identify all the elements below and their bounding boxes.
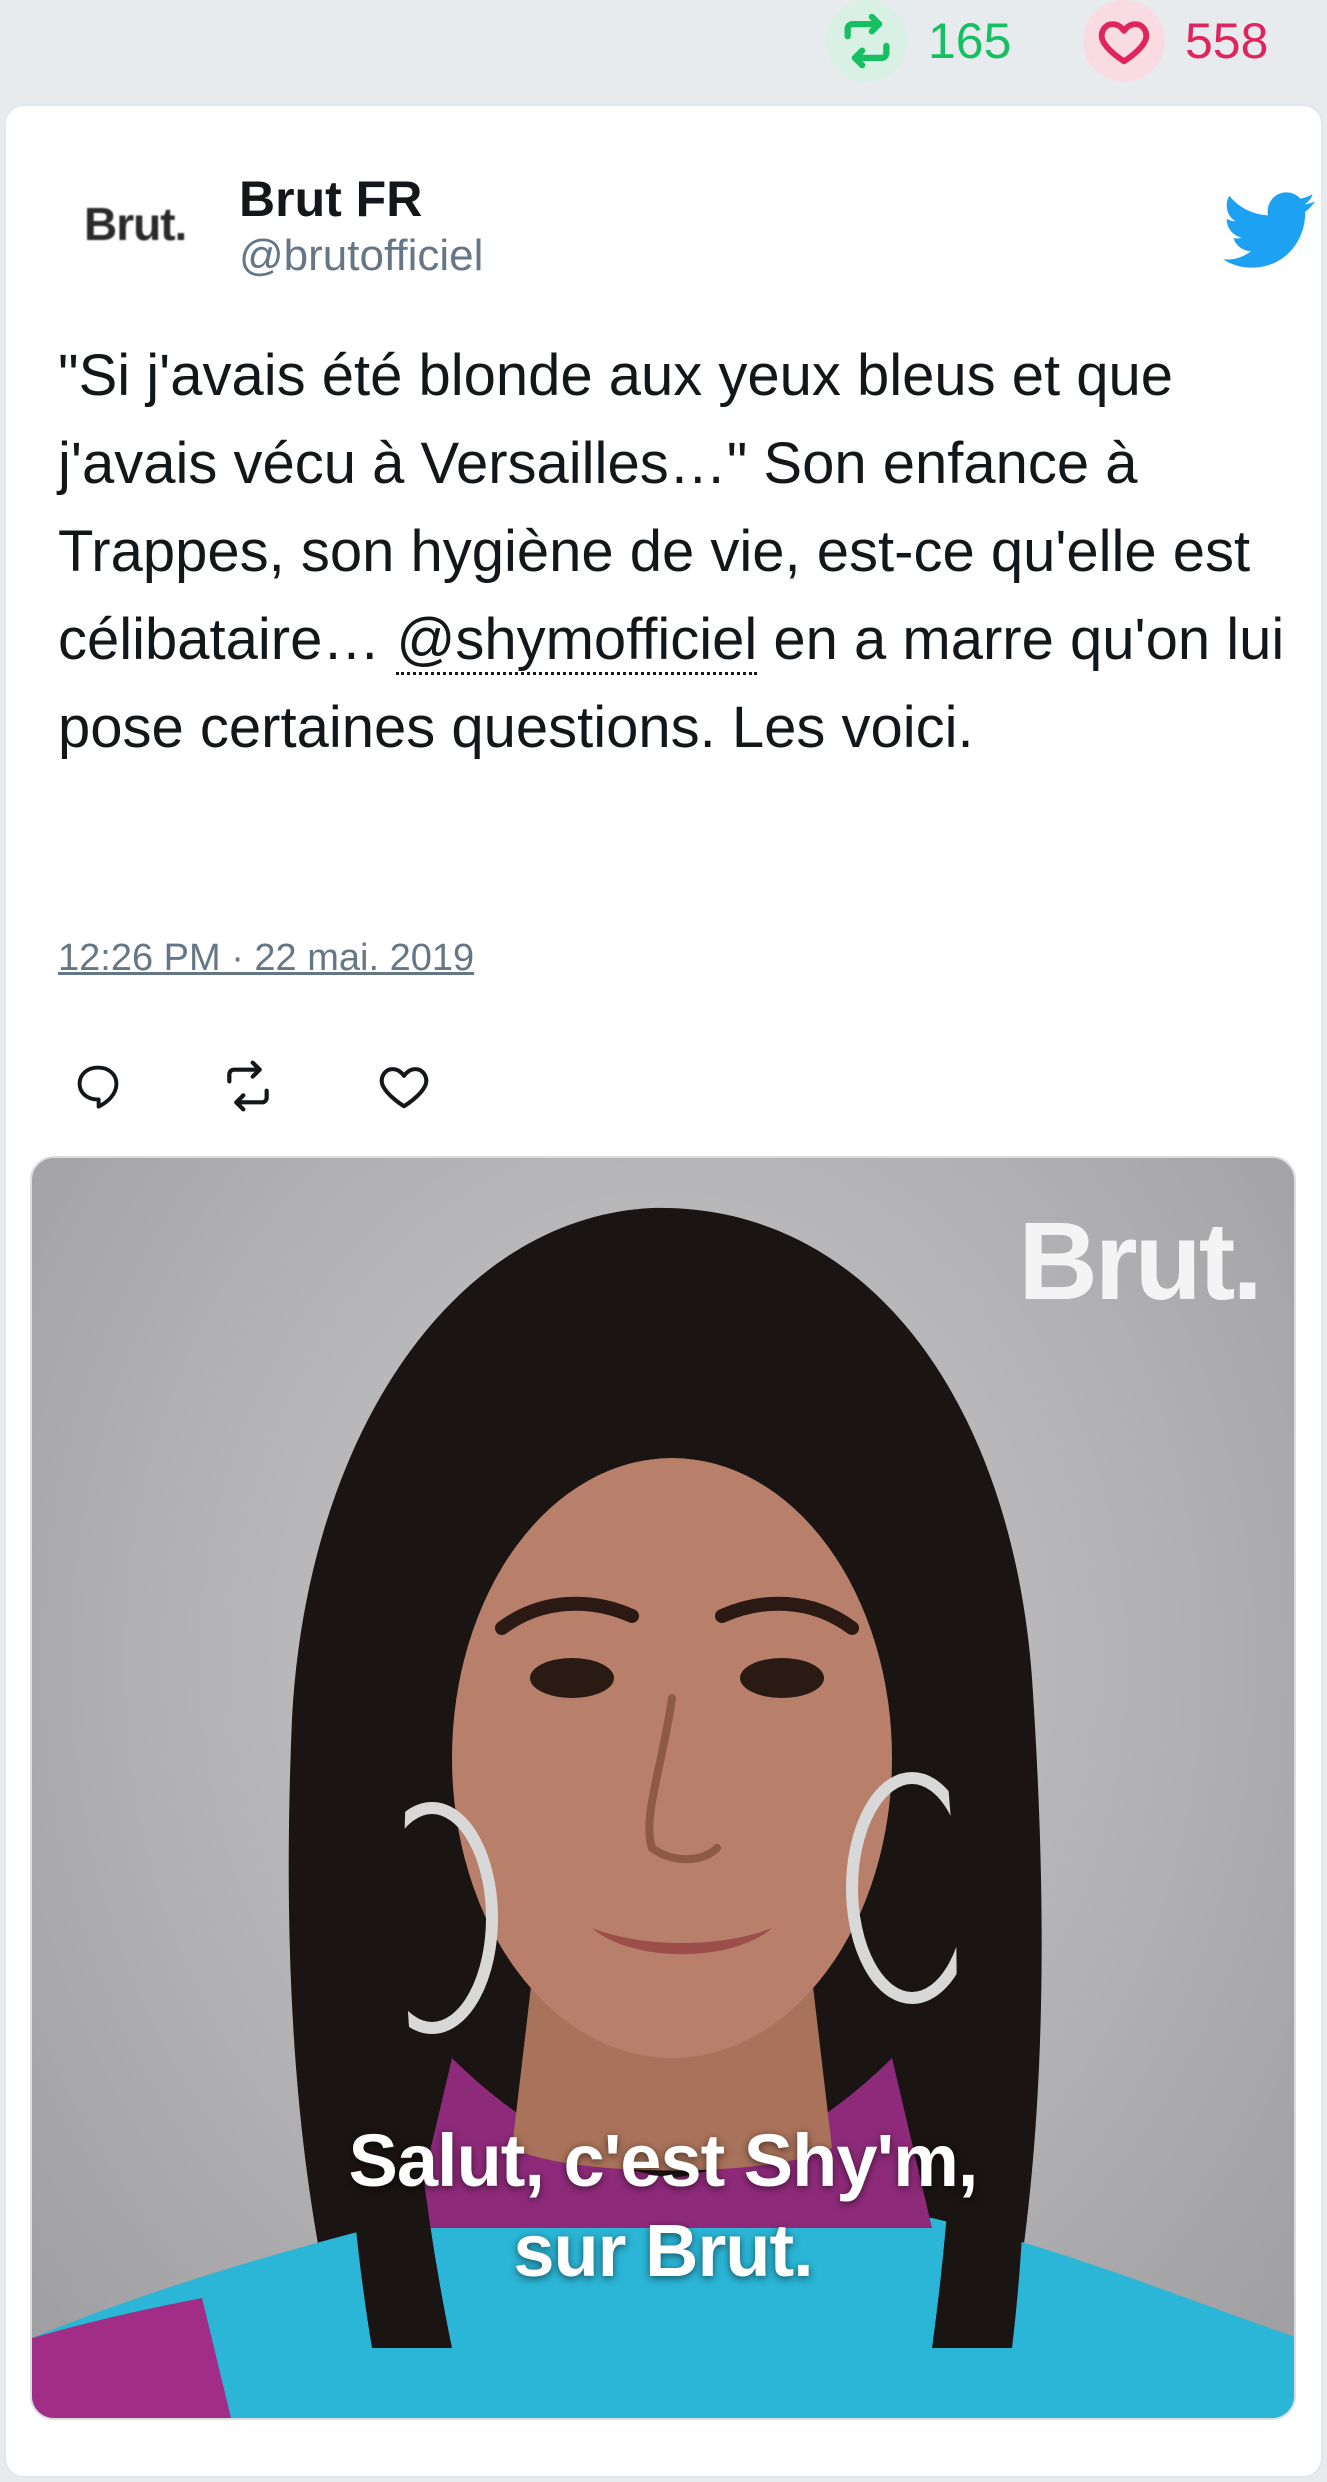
like-button[interactable] [364,1046,444,1126]
like-stat[interactable]: 558 [1083,0,1268,82]
tweet-media[interactable]: Brut. Salut, c'est Shy'm, sur Brut. [30,1156,1296,2420]
author-handle[interactable]: @brutofficiel [239,226,483,286]
retweet-stat-icon [826,0,908,82]
stats-bar: 165 558 [0,0,1327,100]
twitter-bird-icon[interactable] [1223,192,1317,270]
mention-link[interactable]: @shymofficiel [396,607,758,675]
heart-icon [379,1067,429,1109]
retweet-icon [227,1060,269,1112]
media-watermark: Brut. [1018,1200,1263,1323]
author-name[interactable]: Brut FR [239,164,422,234]
retweet-button[interactable] [208,1046,288,1126]
tweet-actions [58,1046,558,1126]
like-count: 558 [1185,13,1269,69]
media-caption-line2: sur Brut. [513,2209,813,2292]
heart-stat-icon [1083,0,1165,82]
retweet-count: 165 [928,13,1012,69]
tweet-header: Brut. Brut FR @brutofficiel [58,164,1278,284]
reply-icon [77,1065,119,1109]
tweet-text: "Si j'avais été blonde aux yeux bleus et… [58,332,1288,772]
tweet-card: Brut. Brut FR @brutofficiel "Si j'avais … [4,104,1323,2478]
media-caption: Salut, c'est Shy'm, sur Brut. [32,2116,1294,2296]
media-caption-line1: Salut, c'est Shy'm, [348,2119,979,2202]
avatar-logo: Brut. [84,198,187,250]
retweet-stat[interactable]: 165 [826,0,1011,82]
tweet-timestamp[interactable]: 12:26 PM · 22 mai. 2019 [58,928,474,988]
avatar[interactable]: Brut. [58,164,226,284]
reply-button[interactable] [58,1046,138,1126]
